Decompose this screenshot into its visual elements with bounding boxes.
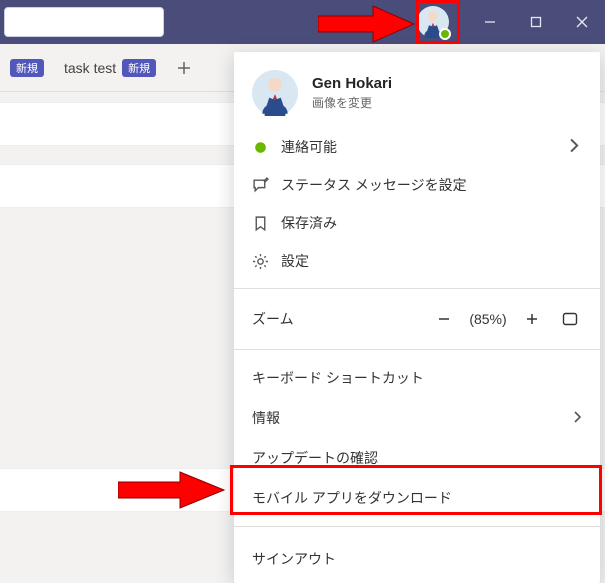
edit-message-icon — [252, 177, 269, 194]
zoom-out-button[interactable] — [432, 307, 456, 331]
menu-item-status[interactable]: 連絡可能 — [234, 128, 600, 166]
search-input[interactable] — [4, 7, 164, 37]
menu-item-set-status-message[interactable]: ステータス メッセージを設定 — [234, 166, 600, 204]
window-maximize-button[interactable] — [513, 0, 559, 44]
change-image-link[interactable]: 画像を変更 — [312, 94, 392, 111]
title-bar — [0, 0, 605, 44]
user-name: Gen Hokari — [312, 75, 392, 92]
settings-label: 設定 — [281, 251, 309, 271]
check-updates-label: アップデートの確認 — [252, 448, 378, 468]
menu-name-block: Gen Hokari 画像を変更 — [312, 75, 392, 111]
menu-item-download-mobile[interactable]: モバイル アプリをダウンロード — [234, 478, 600, 518]
signout-label: サインアウト — [252, 549, 336, 569]
new-badge: 新規 — [122, 59, 156, 77]
window-close-button[interactable] — [559, 0, 605, 44]
tab-item-1[interactable]: task test 新規 — [58, 53, 162, 83]
avatar-icon — [252, 70, 298, 116]
menu-item-saved[interactable]: 保存済み — [234, 204, 600, 242]
set-status-label: ステータス メッセージを設定 — [281, 175, 467, 195]
fullscreen-icon — [562, 312, 578, 326]
zoom-label: ズーム — [252, 309, 424, 329]
menu-item-info[interactable]: 情報 — [234, 398, 600, 438]
download-mobile-label: モバイル アプリをダウンロード — [252, 488, 452, 508]
window-minimize-button[interactable] — [467, 0, 513, 44]
plus-icon — [177, 61, 191, 75]
profile-avatar[interactable] — [417, 6, 449, 38]
maximize-icon — [530, 16, 542, 28]
search-wrap — [4, 7, 164, 37]
bookmark-icon — [252, 215, 269, 232]
menu-item-check-updates[interactable]: アップデートの確認 — [234, 438, 600, 478]
gear-icon — [252, 253, 269, 270]
menu-item-settings[interactable]: 設定 — [234, 242, 600, 280]
menu-divider — [234, 288, 600, 289]
minus-icon — [437, 312, 451, 326]
saved-label: 保存済み — [281, 213, 337, 233]
close-icon — [576, 16, 588, 28]
tab-label: task test — [64, 60, 116, 76]
menu-item-signout[interactable]: サインアウト — [234, 535, 600, 583]
zoom-value: (85%) — [464, 311, 512, 327]
chevron-right-icon — [565, 137, 582, 157]
menu-item-keyboard-shortcuts[interactable]: キーボード ショートカット — [234, 358, 600, 398]
menu-item-zoom: ズーム (85%) — [234, 297, 600, 341]
info-label: 情報 — [252, 408, 280, 428]
menu-avatar[interactable] — [252, 70, 298, 116]
menu-header: Gen Hokari 画像を変更 — [234, 52, 600, 128]
new-badge: 新規 — [10, 59, 44, 77]
menu-divider — [234, 349, 600, 350]
profile-menu: Gen Hokari 画像を変更 連絡可能 ステータス メッセージを設定 保存済… — [234, 52, 600, 583]
add-tab-button[interactable] — [170, 54, 198, 82]
minimize-icon — [484, 16, 496, 28]
status-label: 連絡可能 — [281, 137, 337, 157]
available-icon — [252, 139, 269, 156]
menu-divider — [234, 526, 600, 527]
fullscreen-button[interactable] — [558, 307, 582, 331]
presence-badge — [439, 28, 451, 40]
plus-icon — [525, 312, 539, 326]
keyboard-shortcuts-label: キーボード ショートカット — [252, 368, 424, 388]
tab-item-0[interactable]: 新規 — [4, 53, 50, 83]
zoom-in-button[interactable] — [520, 307, 544, 331]
chevron-right-icon — [572, 410, 582, 427]
